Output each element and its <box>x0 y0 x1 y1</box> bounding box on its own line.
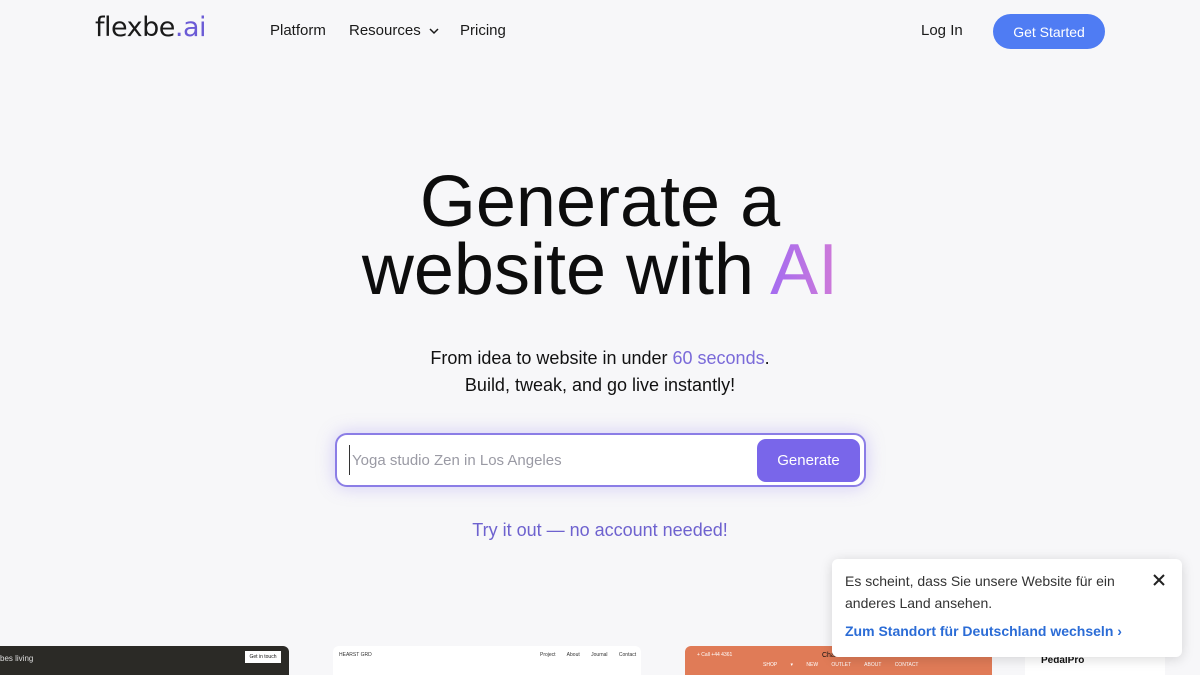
subtitle-line2: Build, tweak, and go live instantly! <box>464 375 736 395</box>
preview-3-brand: + Call +44 4361 <box>697 652 733 658</box>
region-popup-message: Es scheint, dass Sie unsere Website für … <box>845 573 1115 611</box>
chevron-down-icon <box>429 27 439 34</box>
close-icon[interactable] <box>1151 572 1167 588</box>
hero-title-ai: AI <box>770 230 839 310</box>
preview-2-brand: HEARST GRD <box>339 652 372 658</box>
generator-box: Generate <box>335 433 866 487</box>
logo[interactable]: flexbe.ai <box>95 12 207 43</box>
nav-resources-label: Resources <box>349 22 421 39</box>
logo-main: flexbe <box>95 12 175 43</box>
template-preview-2[interactable]: HEARST GRD Project About Journal Contact <box>333 646 641 675</box>
logo-accent: .ai <box>174 12 207 43</box>
hero-title-line2: website with <box>361 230 755 310</box>
subtitle-highlight: 60 seconds <box>672 348 765 368</box>
region-popup: Es scheint, dass Sie unsere Website für … <box>832 559 1182 657</box>
subtitle-post: . <box>764 348 770 368</box>
preview-2-links: Project About Journal Contact <box>540 652 637 658</box>
login-link[interactable]: Log In <box>921 22 963 39</box>
template-preview-1[interactable]: bes living Get in touch <box>0 646 289 675</box>
generate-button[interactable]: Generate <box>757 439 860 482</box>
site-header: flexbe.ai Platform Resources Pricing Log… <box>0 0 1200 64</box>
preview-1-text: bes living <box>0 654 34 663</box>
nav-pricing[interactable]: Pricing <box>460 22 506 39</box>
hero-title: Generate a website with AI <box>0 166 1200 306</box>
subtitle-pre: From idea to website in under <box>430 348 673 368</box>
nav-platform[interactable]: Platform <box>270 22 326 39</box>
preview-3-menu: SHOP ▾ NEW OUTLET ABOUT CONTACT <box>763 662 919 668</box>
hero-subtitle: From idea to website in under 60 seconds… <box>0 345 1200 399</box>
site-idea-input[interactable] <box>349 445 749 475</box>
switch-region-link[interactable]: Zum Standort für Deutschland wechseln › <box>845 623 1122 639</box>
nav-resources[interactable]: Resources <box>349 22 439 39</box>
get-started-button[interactable]: Get Started <box>993 14 1105 49</box>
preview-1-button: Get in touch <box>245 651 281 663</box>
try-it-link[interactable]: Try it out — no account needed! <box>0 520 1200 541</box>
